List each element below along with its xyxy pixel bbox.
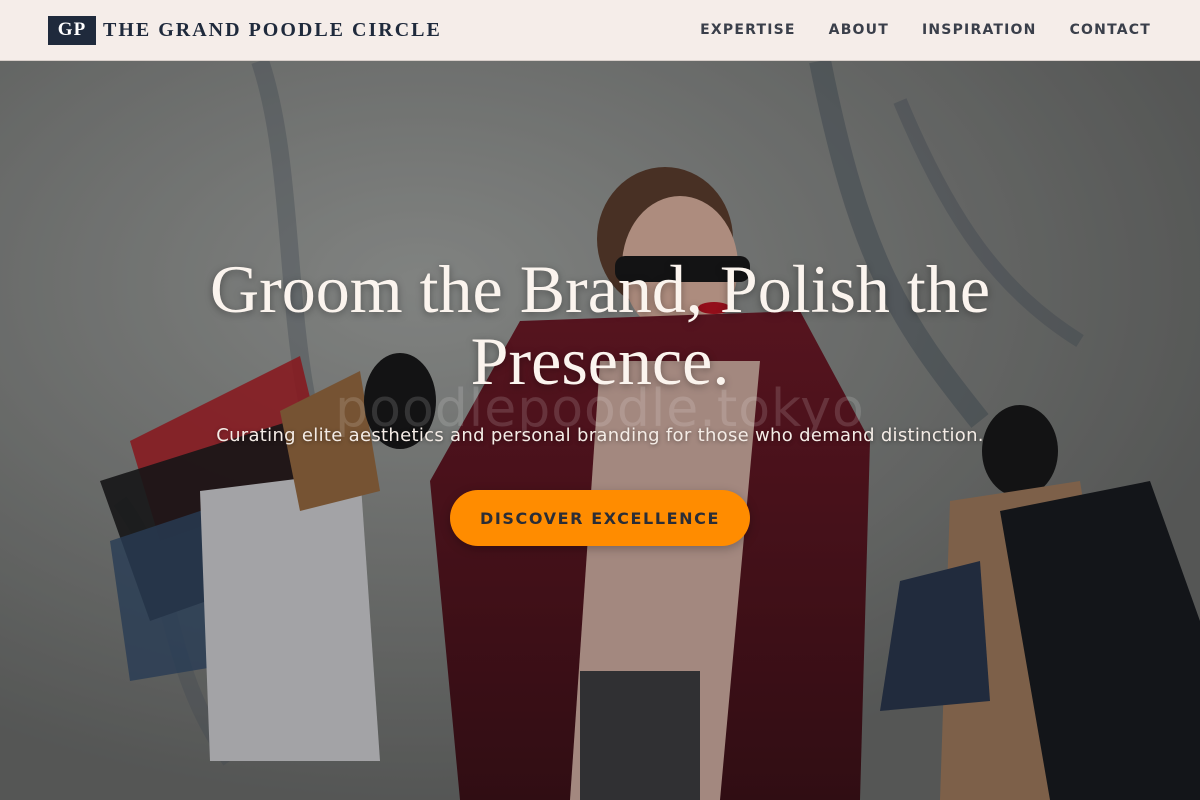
logo-monogram[interactable]: GP xyxy=(48,15,96,45)
nav-link-expertise[interactable]: EXPERTISE xyxy=(700,22,796,38)
main-nav: EXPERTISE ABOUT INSPIRATION CONTACT xyxy=(700,22,1151,38)
nav-link-about[interactable]: ABOUT xyxy=(829,22,889,38)
discover-excellence-button[interactable]: DISCOVER EXCELLENCE xyxy=(450,490,750,546)
nav-link-inspiration[interactable]: INSPIRATION xyxy=(922,22,1037,38)
hero-content: Groom the Brand, Polish the Presence. po… xyxy=(0,61,1200,800)
nav-link-contact[interactable]: CONTACT xyxy=(1070,22,1151,38)
hero-title: Groom the Brand, Polish the Presence. xyxy=(209,251,991,399)
site-header: GP THE GRAND POODLE CIRCLE EXPERTISE ABO… xyxy=(0,0,1200,61)
brand-name[interactable]: THE GRAND POODLE CIRCLE xyxy=(103,19,442,42)
brand[interactable]: GP THE GRAND POODLE CIRCLE xyxy=(48,15,442,45)
hero-section: Groom the Brand, Polish the Presence. po… xyxy=(0,61,1200,800)
hero-subtitle: Curating elite aesthetics and personal b… xyxy=(216,425,984,446)
